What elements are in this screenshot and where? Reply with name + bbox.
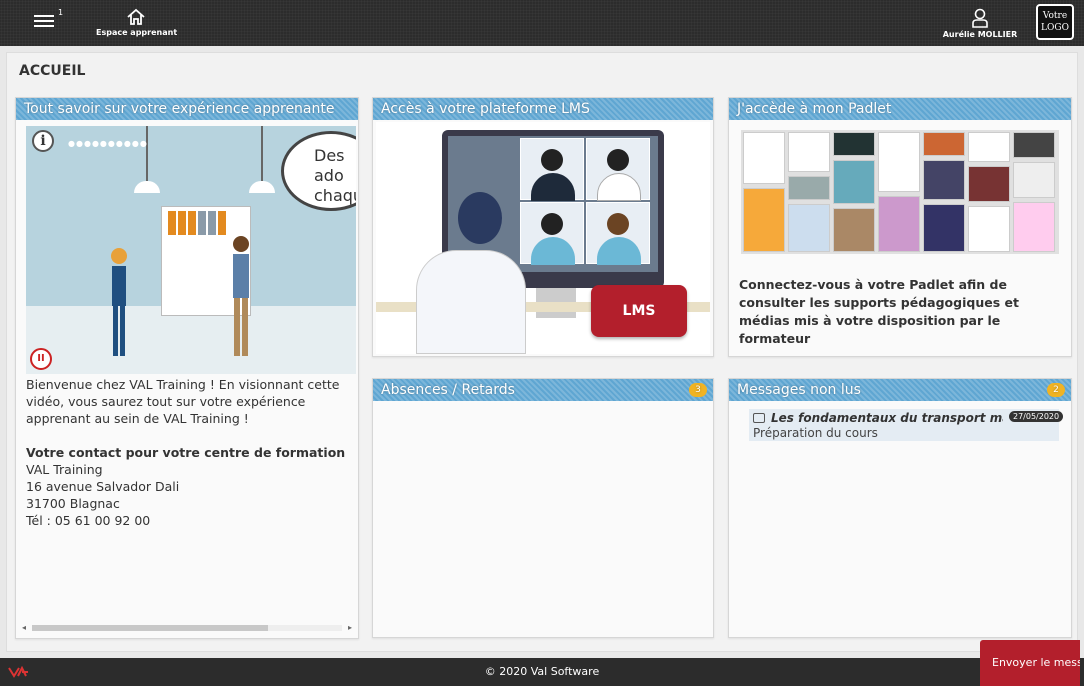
contact-city: 31700 Blagnac: [26, 496, 120, 511]
absences-card: Absences / Retards 3: [372, 378, 714, 638]
menu-badge: 1: [58, 8, 64, 17]
lms-card: Accès à votre plateforme LMS LMS: [372, 97, 714, 357]
absences-card-title: Absences / Retards 3: [373, 379, 713, 401]
contact-street: 16 avenue Salvador Dali: [26, 479, 180, 494]
padlet-card-title: J'accède à mon Padlet: [729, 98, 1071, 120]
message-item[interactable]: Les fondamentaux du transport marit 27/0…: [749, 409, 1064, 441]
home-icon: [127, 8, 145, 25]
lms-button[interactable]: LMS: [591, 285, 687, 337]
padlet-preview[interactable]: [741, 130, 1059, 254]
user-icon: [972, 8, 988, 28]
contact-phone: Tél : 05 61 00 92 00: [26, 513, 151, 528]
padlet-text: Connectez-vous à votre Padlet afin de co…: [739, 277, 1019, 346]
val-software-logo-icon: [8, 666, 28, 678]
messages-count-badge: 2: [1047, 383, 1065, 397]
contact-name: VAL Training: [26, 462, 103, 477]
pause-icon[interactable]: II: [30, 348, 52, 370]
message-date: 27/05/2020: [1009, 411, 1064, 422]
user-menu-button[interactable]: Aurélie MOLLIER: [940, 8, 1020, 39]
absences-count-badge: 3: [689, 383, 707, 397]
home-label: Espace apprenant: [96, 28, 178, 37]
page-title: ACCUEIL: [19, 63, 86, 79]
absences-title: Absences / Retards: [381, 382, 515, 398]
hamburger-menu-icon[interactable]: [34, 12, 54, 32]
top-bar: 1 Espace apprenant Aurélie MOLLIER Votre…: [0, 0, 1084, 46]
lms-illustration: LMS: [376, 122, 710, 354]
chat-bubble-icon: [753, 413, 765, 423]
contact-heading: Votre contact pour votre centre de forma…: [26, 445, 346, 460]
info-icon[interactable]: i: [32, 130, 54, 152]
message-title: Les fondamentaux du transport marit: [771, 411, 1003, 425]
woman-figure: [111, 248, 127, 356]
messages-card: Messages non lus 2 Les fondamentaux du t…: [728, 378, 1072, 638]
brand-logo: Votre LOGO: [1036, 4, 1074, 40]
man-figure: [233, 236, 249, 356]
main-panel: ACCUEIL Tout savoir sur votre expérience…: [6, 52, 1078, 652]
footer: © 2020 Val Software: [0, 658, 1084, 686]
user-name: Aurélie MOLLIER: [942, 30, 1018, 39]
experience-card-title: Tout savoir sur votre expérience apprena…: [16, 98, 358, 120]
send-message-button[interactable]: Envoyer le messa: [980, 640, 1080, 686]
padlet-card: J'accède à mon Padlet Connectez-vous à v…: [728, 97, 1072, 357]
message-subtitle: Préparation du cours: [753, 426, 878, 440]
intro-video[interactable]: Des ado chaqu i ●●●●●●●●●● II: [26, 126, 356, 374]
home-button[interactable]: Espace apprenant: [96, 8, 178, 37]
lms-card-title: Accès à votre plateforme LMS: [373, 98, 713, 120]
experience-text: Bienvenue chez VAL Training ! En visionn…: [26, 376, 356, 529]
messages-title: Messages non lus: [737, 382, 861, 398]
scrollbar-thumb[interactable]: [32, 625, 268, 631]
intro-text: Bienvenue chez VAL Training ! En visionn…: [26, 377, 340, 426]
video-progress-dots-icon: ●●●●●●●●●●: [68, 139, 148, 148]
copyright: © 2020 Val Software: [484, 665, 600, 678]
scroll-right-icon[interactable]: ▸: [348, 622, 352, 634]
messages-card-title: Messages non lus 2: [729, 379, 1071, 401]
scroll-left-icon[interactable]: ◂: [22, 622, 26, 634]
experience-card: Tout savoir sur votre expérience apprena…: [15, 97, 359, 639]
horizontal-scrollbar[interactable]: ◂ ▸: [20, 622, 356, 632]
